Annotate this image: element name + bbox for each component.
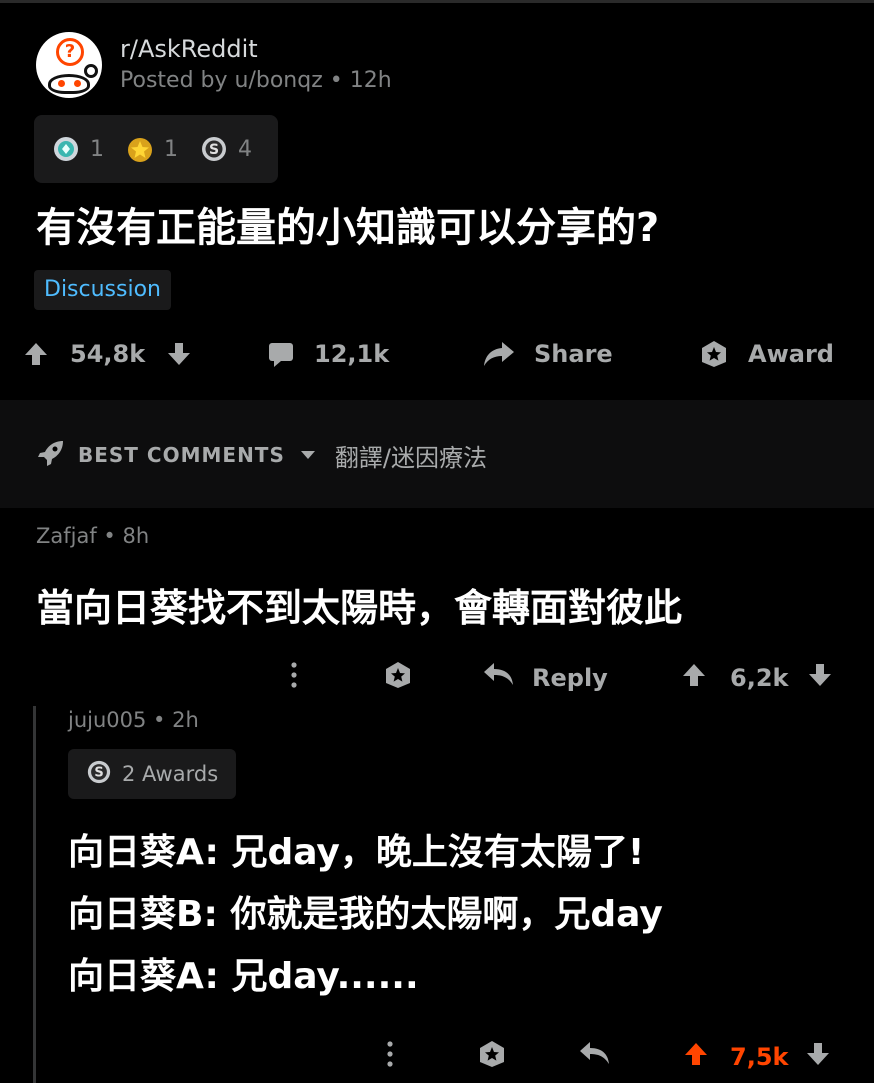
- comment-count: 12,1k: [314, 340, 390, 368]
- reply-label: Reply: [532, 664, 608, 692]
- reply-vote-count: 7,5k: [730, 1043, 789, 1071]
- comment-vote-count: 6,2k: [730, 664, 789, 692]
- sort-label: BEST COMMENTS: [78, 443, 285, 467]
- post-meta: r/AskReddit Posted by u/bonqz • 12h: [120, 34, 392, 96]
- reply-line: 向日葵A: 兄day，晚上沒有太陽了!: [68, 832, 645, 873]
- award-button[interactable]: Award: [698, 330, 834, 378]
- vertical-dots-icon: [284, 660, 304, 696]
- reply-author-meta[interactable]: juju005 • 2h: [68, 708, 199, 732]
- rocket-icon: [36, 438, 66, 472]
- comment-vote-group: 6,2k: [680, 656, 834, 700]
- post-action-bar: 54,8k 12,1k Share Award: [0, 330, 874, 378]
- reply-awards-label: 2 Awards: [122, 762, 219, 786]
- upvote-icon[interactable]: [680, 661, 708, 695]
- share-arrow-icon: [482, 339, 516, 369]
- award-star-icon: [698, 339, 730, 369]
- reply-award-button[interactable]: [476, 1035, 508, 1079]
- reply-arrow-icon: [482, 661, 516, 695]
- post-title[interactable]: 有沒有正能量的小知識可以分享的?: [36, 200, 659, 256]
- share-label: Share: [534, 340, 613, 368]
- reply-action-bar: 7,5k: [0, 1035, 874, 1079]
- comment-sort-bar[interactable]: BEST COMMENTS 翻譯/迷因療法: [36, 432, 487, 478]
- reply-awards[interactable]: S 2 Awards: [68, 749, 237, 799]
- vertical-dots-icon: [380, 1039, 400, 1075]
- caret-down-icon: [299, 446, 317, 465]
- post-flair[interactable]: Discussion: [34, 270, 171, 310]
- post-vote-group: 54,8k: [22, 330, 193, 378]
- post-header: ? r/AskReddit Posted by u/bonqz • 12h: [36, 32, 392, 98]
- question-mark-icon: ?: [56, 38, 84, 66]
- thread-line[interactable]: [33, 706, 36, 1083]
- downvote-icon[interactable]: [165, 340, 193, 368]
- comment-icon: [266, 339, 296, 369]
- award-label: Award: [748, 340, 834, 368]
- comments-button[interactable]: 12,1k: [266, 330, 389, 378]
- subreddit-name[interactable]: r/AskReddit: [120, 34, 392, 64]
- upvote-icon[interactable]: [22, 340, 50, 368]
- downvote-icon[interactable]: [804, 1040, 832, 1074]
- reply-reply-button[interactable]: [578, 1035, 612, 1079]
- upvote-active-icon[interactable]: [682, 1040, 710, 1074]
- svg-text:S: S: [209, 142, 219, 158]
- reply-body: 向日葵A: 兄day，晚上沒有太陽了! 向日葵B: 你就是我的太陽啊，兄day …: [68, 822, 663, 1008]
- share-button[interactable]: Share: [482, 330, 613, 378]
- comment-author-meta[interactable]: Zafjaf • 8h: [36, 524, 149, 548]
- award-gold: 1: [126, 135, 178, 163]
- award-gem: 1: [52, 135, 104, 163]
- reply-vote-group: 7,5k: [682, 1035, 832, 1079]
- silver-award-icon: S: [86, 759, 112, 789]
- comment-body: 當向日葵找不到太陽時，會轉面對彼此: [36, 586, 683, 630]
- sort-extra-text: 翻譯/迷因療法: [334, 443, 487, 472]
- reply-arrow-icon: [578, 1040, 612, 1074]
- reply-button[interactable]: Reply: [482, 656, 608, 700]
- more-options-button[interactable]: [380, 1035, 400, 1079]
- reply-line: 向日葵B: 你就是我的太陽啊，兄day: [68, 894, 663, 935]
- comment-award-button[interactable]: [382, 656, 414, 700]
- comment-action-bar: Reply 6,2k: [0, 656, 874, 700]
- downvote-icon[interactable]: [806, 661, 834, 695]
- reply-line: 向日葵A: 兄day......: [68, 956, 419, 997]
- gem-award-icon: [52, 135, 80, 163]
- award-star-icon: [382, 660, 414, 696]
- svg-text:S: S: [94, 766, 103, 781]
- posted-by: Posted by u/bonqz • 12h: [120, 68, 392, 93]
- silver-award-icon: S: [200, 135, 228, 163]
- post-awards[interactable]: 1 1 S 4: [34, 115, 278, 183]
- subreddit-avatar[interactable]: ?: [36, 32, 102, 98]
- more-options-button[interactable]: [284, 656, 304, 700]
- post-vote-count: 54,8k: [70, 340, 146, 368]
- top-border: [0, 0, 874, 3]
- award-star-icon: [476, 1039, 508, 1075]
- award-silver: S 4: [200, 135, 252, 163]
- gold-star-award-icon: [126, 135, 154, 163]
